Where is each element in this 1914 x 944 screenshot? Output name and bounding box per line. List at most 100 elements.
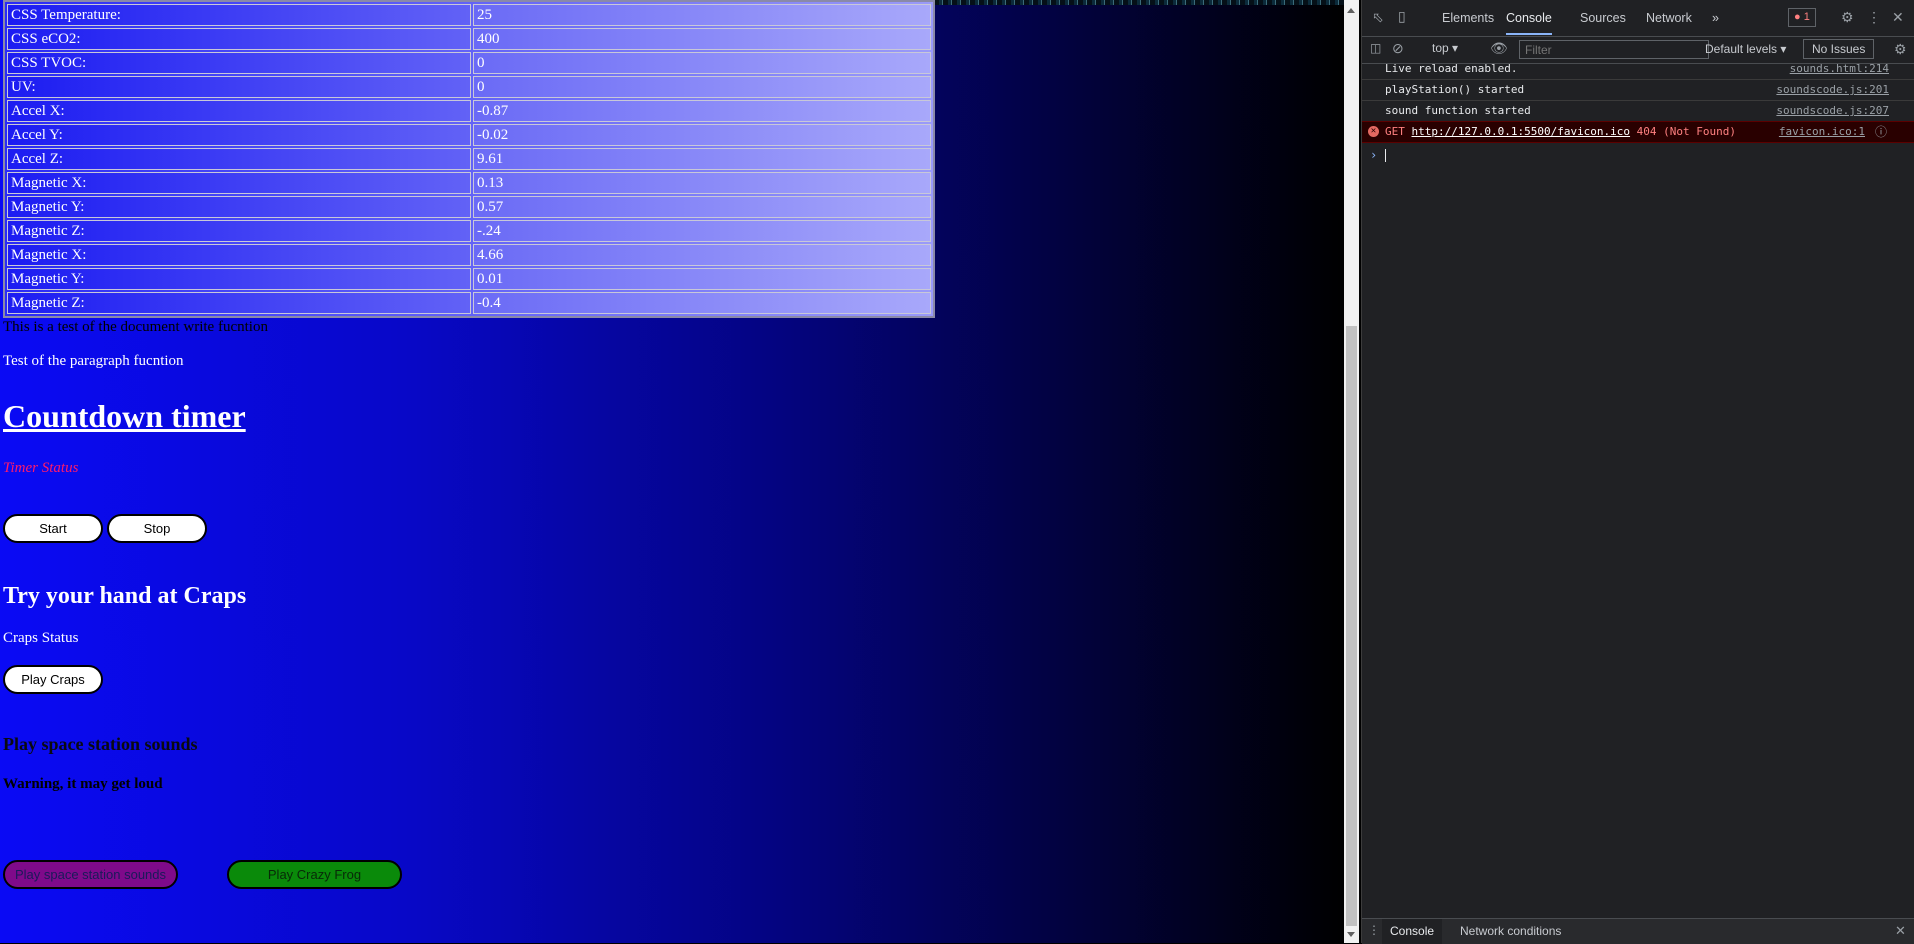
table-row: Magnetic Y: 0.57: [7, 196, 931, 218]
play-crazy-frog-button[interactable]: Play Crazy Frog: [227, 860, 402, 889]
levels-label: Default levels: [1705, 42, 1778, 56]
drawer-tab-network-conditions[interactable]: Network conditions: [1460, 919, 1561, 944]
row-value: 0.01: [473, 268, 931, 290]
craps-title: Try your hand at Craps: [3, 583, 247, 609]
tab-sources[interactable]: Sources: [1580, 11, 1626, 25]
paragraph-text: Test of the paragraph fucntion: [3, 353, 184, 369]
row-label: Magnetic X:: [7, 244, 471, 266]
context-select[interactable]: top ▾: [1432, 41, 1458, 55]
table-row: Accel X: -0.87: [7, 100, 931, 122]
row-label: Magnetic Y:: [7, 196, 471, 218]
network-request-icon[interactable]: ⓘ: [1875, 122, 1887, 142]
row-value: 0: [473, 52, 931, 74]
table-row: Accel Y: -0.02: [7, 124, 931, 146]
filter-input[interactable]: [1519, 40, 1709, 59]
sensor-table: CSS Temperature: 25 CSS eCO2: 400 CSS TVOC…: [3, 0, 935, 318]
error-count: 1: [1803, 11, 1810, 23]
row-value: -0.87: [473, 100, 931, 122]
console-error-row: ✕ GET http://127.0.0.1:5500/favicon.ico …: [1362, 121, 1914, 143]
context-value: top: [1432, 41, 1449, 55]
stop-button[interactable]: Stop: [107, 514, 207, 543]
page-scrollbar[interactable]: [1344, 0, 1359, 943]
row-label: CSS eCO2:: [7, 28, 471, 50]
inspect-element-icon[interactable]: ⬁: [1372, 9, 1384, 26]
more-tabs-icon[interactable]: »: [1712, 11, 1719, 25]
start-button[interactable]: Start: [3, 514, 103, 543]
sidebar-toggle-icon[interactable]: ◫: [1370, 41, 1381, 55]
table-row: Magnetic Y: 0.01: [7, 268, 931, 290]
countdown-title: Countdown timer: [3, 398, 246, 434]
table-row: Magnetic X: 4.66: [7, 244, 931, 266]
scroll-up-arrow-icon[interactable]: [1347, 8, 1355, 13]
play-space-sounds-button[interactable]: Play space station sounds: [3, 860, 178, 889]
row-label: Magnetic X:: [7, 172, 471, 194]
issues-button[interactable]: No Issues: [1803, 39, 1875, 59]
loud-warning: Warning, it may get loud: [3, 776, 163, 792]
tab-elements[interactable]: Elements: [1442, 11, 1494, 25]
drawer-tab-console[interactable]: Console: [1382, 919, 1443, 944]
console-log-row: playStation() started soundscode.js:201: [1362, 80, 1914, 101]
console-log-row: sound function started soundscode.js:207: [1362, 101, 1914, 122]
log-message: sound function started: [1385, 104, 1531, 117]
tab-network[interactable]: Network: [1646, 11, 1692, 25]
log-source-link[interactable]: soundscode.js:207: [1776, 101, 1889, 121]
scrollbar-thumb[interactable]: [1346, 326, 1357, 926]
row-value: -0.4: [473, 292, 931, 314]
row-value: 25: [473, 4, 931, 26]
row-value: 400: [473, 28, 931, 50]
error-url-link[interactable]: http://127.0.0.1:5500/favicon.ico: [1412, 125, 1631, 138]
error-count-badge[interactable]: ● 1: [1788, 8, 1816, 27]
drawer-close-icon[interactable]: ✕: [1895, 923, 1906, 939]
clear-console-icon[interactable]: ⊘: [1392, 40, 1404, 57]
table-row: CSS Temperature: 25: [7, 4, 931, 26]
timer-status: Timer Status: [3, 460, 79, 476]
devtools-tabbar: ⬁ ▯ Elements Console Sources Network » ●…: [1362, 0, 1914, 37]
play-craps-button[interactable]: Play Craps: [3, 665, 103, 694]
row-label: Magnetic Z:: [7, 220, 471, 242]
log-message: Live reload enabled.: [1385, 62, 1518, 75]
table-row: Accel Z: 9.61: [7, 148, 931, 170]
kebab-menu-icon[interactable]: ⋮: [1867, 9, 1881, 26]
web-page: CSS Temperature: 25 CSS eCO2: 400 CSS TVOC…: [0, 0, 1344, 943]
error-status: 404 (Not Found): [1636, 125, 1737, 138]
console-log-row: Live reload enabled. sounds.html:214: [1362, 59, 1914, 80]
log-source-link[interactable]: soundscode.js:201: [1776, 80, 1889, 100]
eye-icon[interactable]: 👁: [1490, 40, 1508, 57]
error-source-link[interactable]: favicon.ico:1: [1779, 122, 1865, 142]
table-row: Magnetic Z: -0.4: [7, 292, 931, 314]
table-row: CSS TVOC: 0: [7, 52, 931, 74]
close-icon[interactable]: ✕: [1892, 9, 1904, 26]
row-value: -0.02: [473, 124, 931, 146]
table-row: CSS eCO2: 400: [7, 28, 931, 50]
devtools-drawer: ⋮ Console Network conditions ✕: [1362, 918, 1914, 944]
row-label: Accel Y:: [7, 124, 471, 146]
gear-icon[interactable]: ⚙: [1841, 9, 1854, 26]
row-value: 0: [473, 76, 931, 98]
error-icon: ✕: [1368, 126, 1379, 137]
scroll-down-arrow-icon[interactable]: [1347, 932, 1355, 937]
table-row: Magnetic Z: -.24: [7, 220, 931, 242]
levels-select[interactable]: Default levels ▾: [1705, 42, 1786, 56]
row-value: -.24: [473, 220, 931, 242]
device-toolbar-icon[interactable]: ▯: [1398, 8, 1406, 25]
row-label: UV:: [7, 76, 471, 98]
row-label: Magnetic Y:: [7, 268, 471, 290]
console-input[interactable]: [1385, 149, 1386, 162]
log-message: playStation() started: [1385, 83, 1525, 96]
devtools-panel: ⬁ ▯ Elements Console Sources Network » ●…: [1361, 0, 1914, 944]
drawer-menu-icon[interactable]: ⋮: [1368, 923, 1380, 937]
row-value: 4.66: [473, 244, 931, 266]
row-label: CSS Temperature:: [7, 4, 471, 26]
table-row: Magnetic X: 0.13: [7, 172, 931, 194]
space-sounds-title: Play space station sounds: [3, 734, 198, 754]
console-prompt-icon: ›: [1370, 148, 1378, 162]
console-settings-icon[interactable]: ⚙: [1894, 41, 1907, 58]
row-value: 9.61: [473, 148, 931, 170]
table-row: UV: 0: [7, 76, 931, 98]
craps-status: Craps Status: [3, 630, 79, 646]
log-source-link[interactable]: sounds.html:214: [1790, 59, 1889, 79]
error-method: GET: [1385, 125, 1405, 138]
row-value: 0.13: [473, 172, 931, 194]
row-label: CSS TVOC:: [7, 52, 471, 74]
tab-console[interactable]: Console: [1506, 11, 1552, 35]
